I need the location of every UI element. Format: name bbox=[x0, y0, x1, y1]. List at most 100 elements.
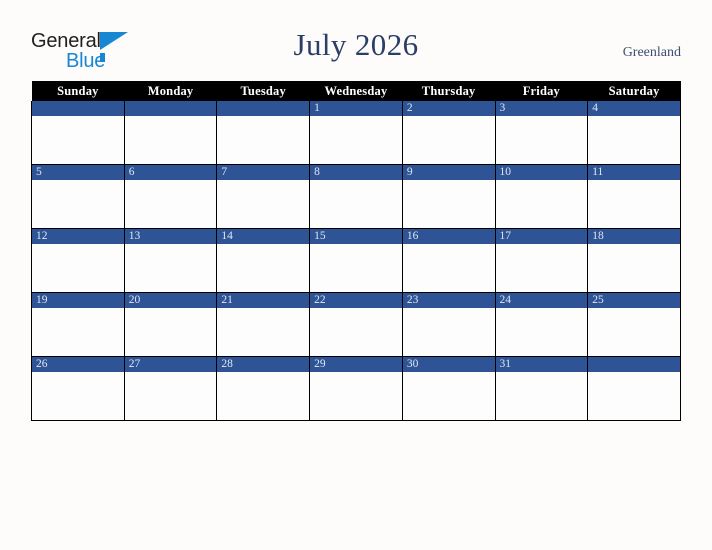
day-notes-area[interactable] bbox=[32, 244, 124, 292]
day-notes-area[interactable] bbox=[32, 308, 124, 356]
day-notes-area[interactable] bbox=[495, 372, 588, 420]
day-number: 1 bbox=[310, 101, 402, 116]
calendar-day-cell[interactable] bbox=[123, 101, 218, 165]
day-number: 8 bbox=[310, 165, 402, 180]
weekday-header-saturday: Saturday bbox=[587, 81, 681, 101]
calendar-day-cell[interactable]: 2 bbox=[401, 101, 496, 165]
day-notes-area[interactable] bbox=[32, 116, 124, 164]
day-notes-area[interactable] bbox=[217, 180, 310, 228]
calendar-day-cell[interactable] bbox=[587, 356, 681, 421]
day-number: 2 bbox=[402, 101, 495, 116]
day-notes-area[interactable] bbox=[124, 372, 217, 420]
calendar-day-cell[interactable]: 12 bbox=[31, 228, 125, 293]
calendar-day-cell[interactable]: 14 bbox=[216, 228, 311, 293]
day-notes-area[interactable] bbox=[588, 372, 680, 420]
day-notes-area[interactable] bbox=[402, 244, 495, 292]
calendar-week-row: 5 6 7 8 9 10 11 bbox=[31, 164, 681, 229]
day-notes-area[interactable] bbox=[310, 308, 402, 356]
page-title: July 2026 bbox=[293, 27, 419, 62]
day-number: 13 bbox=[124, 229, 217, 244]
day-notes-area[interactable] bbox=[217, 308, 310, 356]
day-number: 30 bbox=[402, 357, 495, 372]
calendar-week-row: 12 13 14 15 16 17 18 bbox=[31, 228, 681, 293]
calendar-day-cell[interactable]: 11 bbox=[587, 164, 681, 229]
day-notes-area[interactable] bbox=[495, 180, 588, 228]
calendar-day-cell[interactable]: 6 bbox=[123, 164, 218, 229]
day-notes-area[interactable] bbox=[495, 116, 588, 164]
calendar-day-cell[interactable]: 17 bbox=[494, 228, 589, 293]
calendar-day-cell[interactable]: 1 bbox=[309, 101, 403, 165]
day-number: 3 bbox=[495, 101, 588, 116]
weekday-header-row: Sunday Monday Tuesday Wednesday Thursday… bbox=[31, 81, 681, 101]
day-notes-area[interactable] bbox=[588, 244, 680, 292]
day-notes-area[interactable] bbox=[495, 244, 588, 292]
calendar-day-cell[interactable]: 15 bbox=[309, 228, 403, 293]
day-number: 15 bbox=[310, 229, 402, 244]
day-notes-area[interactable] bbox=[310, 372, 402, 420]
day-number bbox=[588, 357, 680, 372]
calendar-day-cell[interactable]: 30 bbox=[401, 356, 496, 421]
day-notes-area[interactable] bbox=[217, 116, 310, 164]
day-number: 9 bbox=[402, 165, 495, 180]
calendar-day-cell[interactable]: 4 bbox=[587, 101, 681, 165]
day-number: 18 bbox=[588, 229, 680, 244]
day-notes-area[interactable] bbox=[310, 116, 402, 164]
day-notes-area[interactable] bbox=[402, 308, 495, 356]
calendar-day-cell[interactable]: 26 bbox=[31, 356, 125, 421]
calendar-week-row: 19 20 21 22 23 24 25 bbox=[31, 292, 681, 357]
calendar-day-cell[interactable]: 9 bbox=[401, 164, 496, 229]
weekday-header-sunday: Sunday bbox=[31, 81, 125, 101]
day-number: 20 bbox=[124, 293, 217, 308]
day-notes-area[interactable] bbox=[124, 180, 217, 228]
day-notes-area[interactable] bbox=[495, 308, 588, 356]
day-notes-area[interactable] bbox=[124, 308, 217, 356]
calendar-day-cell[interactable]: 28 bbox=[216, 356, 311, 421]
day-notes-area[interactable] bbox=[124, 116, 217, 164]
day-notes-area[interactable] bbox=[402, 372, 495, 420]
calendar-day-cell[interactable]: 27 bbox=[123, 356, 218, 421]
calendar-day-cell[interactable]: 5 bbox=[31, 164, 125, 229]
weekday-header-monday: Monday bbox=[124, 81, 217, 101]
day-notes-area[interactable] bbox=[32, 180, 124, 228]
calendar-day-cell[interactable]: 25 bbox=[587, 292, 681, 357]
day-number bbox=[32, 101, 124, 116]
day-number: 27 bbox=[124, 357, 217, 372]
calendar-day-cell[interactable]: 7 bbox=[216, 164, 311, 229]
day-notes-area[interactable] bbox=[217, 372, 310, 420]
calendar-day-cell[interactable]: 19 bbox=[31, 292, 125, 357]
day-notes-area[interactable] bbox=[402, 116, 495, 164]
calendar-day-cell[interactable]: 13 bbox=[123, 228, 218, 293]
calendar-day-cell[interactable]: 22 bbox=[309, 292, 403, 357]
page-header: General Blue July 2026 Greenland bbox=[0, 0, 712, 81]
calendar-day-cell[interactable]: 10 bbox=[494, 164, 589, 229]
calendar-day-cell[interactable] bbox=[216, 101, 311, 165]
calendar-day-cell[interactable]: 20 bbox=[123, 292, 218, 357]
day-notes-area[interactable] bbox=[310, 180, 402, 228]
calendar-day-cell[interactable]: 23 bbox=[401, 292, 496, 357]
day-number: 12 bbox=[32, 229, 124, 244]
day-number: 11 bbox=[588, 165, 680, 180]
day-number: 19 bbox=[32, 293, 124, 308]
calendar-day-cell[interactable] bbox=[31, 101, 125, 165]
day-notes-area[interactable] bbox=[588, 116, 680, 164]
day-number: 29 bbox=[310, 357, 402, 372]
calendar-day-cell[interactable]: 31 bbox=[494, 356, 589, 421]
day-number: 6 bbox=[124, 165, 217, 180]
calendar-day-cell[interactable]: 8 bbox=[309, 164, 403, 229]
day-number: 31 bbox=[495, 357, 588, 372]
weekday-header-wednesday: Wednesday bbox=[309, 81, 403, 101]
day-notes-area[interactable] bbox=[588, 308, 680, 356]
day-notes-area[interactable] bbox=[217, 244, 310, 292]
day-notes-area[interactable] bbox=[32, 372, 124, 420]
day-notes-area[interactable] bbox=[588, 180, 680, 228]
calendar-day-cell[interactable]: 24 bbox=[494, 292, 589, 357]
calendar-day-cell[interactable]: 16 bbox=[401, 228, 496, 293]
calendar-week-row: 26 27 28 29 30 31 bbox=[31, 356, 681, 421]
day-notes-area[interactable] bbox=[402, 180, 495, 228]
calendar-day-cell[interactable]: 29 bbox=[309, 356, 403, 421]
day-notes-area[interactable] bbox=[124, 244, 217, 292]
calendar-day-cell[interactable]: 3 bbox=[494, 101, 589, 165]
day-notes-area[interactable] bbox=[310, 244, 402, 292]
calendar-day-cell[interactable]: 18 bbox=[587, 228, 681, 293]
calendar-day-cell[interactable]: 21 bbox=[216, 292, 311, 357]
